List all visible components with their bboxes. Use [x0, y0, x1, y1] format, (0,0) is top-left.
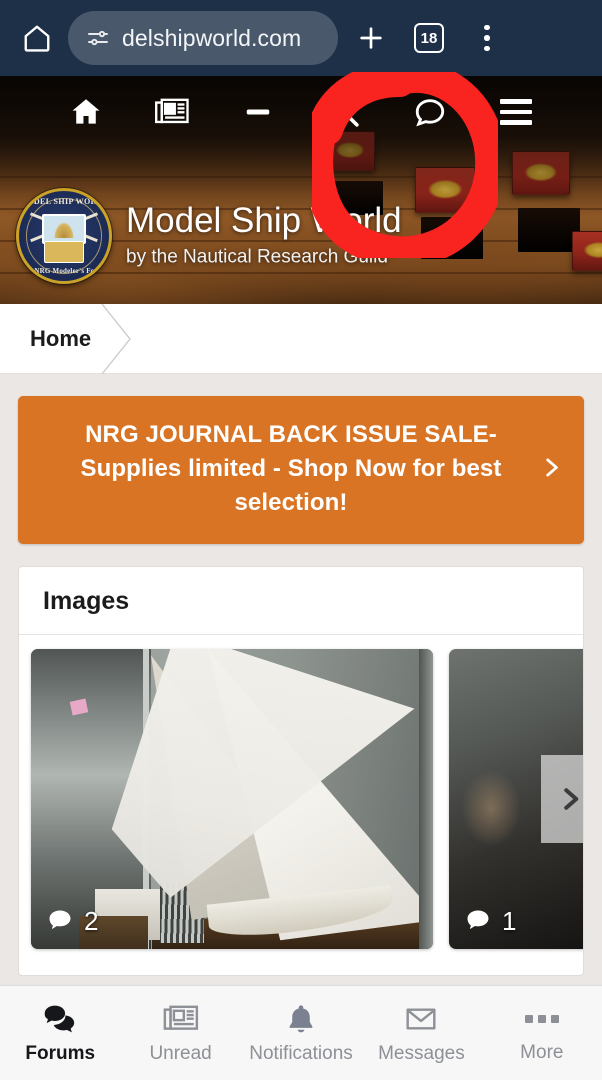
promo-banner-text: NRG JOURNAL BACK ISSUE SALE- Supplies li…	[80, 421, 502, 517]
logo-top-text: MODEL SHIP WORLD	[19, 197, 109, 206]
images-card: Images 2 1	[18, 566, 584, 977]
search-icon	[330, 98, 359, 127]
news-icon	[155, 98, 189, 124]
new-tab-button[interactable]	[346, 13, 396, 63]
comment-bubble-icon	[467, 910, 489, 930]
url-text: delshipworld.com	[122, 24, 302, 51]
home-icon	[24, 25, 50, 52]
breadcrumb-separator	[100, 304, 134, 374]
bottom-nav-item-messages[interactable]: Messages	[361, 986, 481, 1080]
images-card-title: Images	[43, 587, 130, 616]
sitenav-search-button[interactable]	[321, 89, 367, 135]
browser-menu-button[interactable]	[462, 13, 512, 63]
breadcrumb-item-home[interactable]: Home	[0, 326, 91, 352]
bell-icon	[289, 1004, 313, 1032]
sitenav-chat-button[interactable]	[407, 89, 453, 135]
forums-chat-icon	[44, 1005, 75, 1032]
chevron-right-icon	[546, 458, 558, 477]
envelope-icon	[406, 1007, 436, 1030]
browser-toolbar: delshipworld.com 18	[0, 0, 602, 76]
hamburger-menu-icon	[500, 99, 532, 125]
url-bar[interactable]: delshipworld.com	[68, 11, 338, 65]
bottom-nav-item-notifications[interactable]: Notifications	[241, 986, 361, 1080]
thumbnail-comment-meta: 1	[463, 907, 516, 935]
site-subtitle-text: by the Nautical Research Guild	[126, 246, 388, 268]
bottom-nav-label: Messages	[378, 1042, 465, 1064]
tab-switcher-button[interactable]: 18	[404, 13, 454, 63]
thumbnail-comment-count: 2	[84, 906, 99, 937]
image-thumbnail[interactable]: 2	[31, 649, 433, 950]
page-content: NRG JOURNAL BACK ISSUE SALE- Supplies li…	[0, 374, 602, 1080]
ellipsis-icon	[524, 1003, 559, 1035]
bottom-nav-label: Forums	[25, 1042, 96, 1064]
three-dot-menu-icon	[484, 24, 490, 52]
bottom-nav-item-forums[interactable]: Forums	[0, 986, 120, 1080]
thumbnail-photo	[31, 649, 433, 950]
newspaper-icon	[163, 1005, 198, 1030]
site-logo: MODEL SHIP WORLD The NRG Modeler's Forum	[16, 188, 112, 284]
activity-icon	[246, 109, 270, 115]
thumbnail-comment-count: 1	[502, 906, 517, 937]
bottom-nav-label: Unread	[149, 1042, 212, 1064]
images-card-header: Images	[19, 567, 583, 636]
carousel-next-button[interactable]	[541, 755, 583, 844]
promo-banner[interactable]: NRG JOURNAL BACK ISSUE SALE- Supplies li…	[18, 396, 584, 545]
tab-count-badge: 18	[414, 23, 444, 53]
bottom-navigation: Forums Unread Notifications Messages Mor…	[0, 985, 602, 1080]
site-title: Model Ship World	[126, 201, 402, 241]
comment-bubble-icon	[49, 910, 71, 930]
image-thumbnail[interactable]: 1	[449, 649, 583, 950]
site-subtitle: by the Nautical Research Guild®	[126, 243, 402, 268]
browser-home-button[interactable]	[14, 15, 60, 61]
plus-icon	[360, 27, 382, 49]
sitenav-home-button[interactable]	[63, 89, 109, 135]
site-brand[interactable]: MODEL SHIP WORLD The NRG Modeler's Forum…	[16, 188, 402, 284]
chevron-right-icon	[564, 788, 579, 810]
tune-privacy-icon	[88, 30, 108, 46]
sitenav-news-button[interactable]	[149, 89, 195, 135]
sitenav-activity-button[interactable]	[235, 89, 281, 135]
thumbnail-comment-meta: 2	[45, 907, 98, 935]
bottom-nav-label: Notifications	[249, 1042, 353, 1064]
registered-mark: ®	[387, 243, 398, 259]
bottom-nav-item-unread[interactable]: Unread	[120, 986, 240, 1080]
bottom-nav-label: More	[520, 1041, 564, 1063]
site-navigation-bar	[0, 76, 602, 148]
sitenav-menu-button[interactable]	[493, 89, 539, 135]
images-carousel[interactable]: 2 1	[19, 635, 583, 975]
logo-bottom-text: The NRG Modeler's Forum	[20, 267, 108, 275]
promo-arrow-button[interactable]	[538, 451, 564, 490]
home-icon	[72, 99, 100, 124]
chat-bubble-icon	[415, 99, 445, 127]
bottom-nav-item-more[interactable]: More	[482, 986, 602, 1080]
breadcrumb: Home	[0, 304, 602, 374]
site-header: MODEL SHIP WORLD The NRG Modeler's Forum…	[0, 76, 602, 304]
